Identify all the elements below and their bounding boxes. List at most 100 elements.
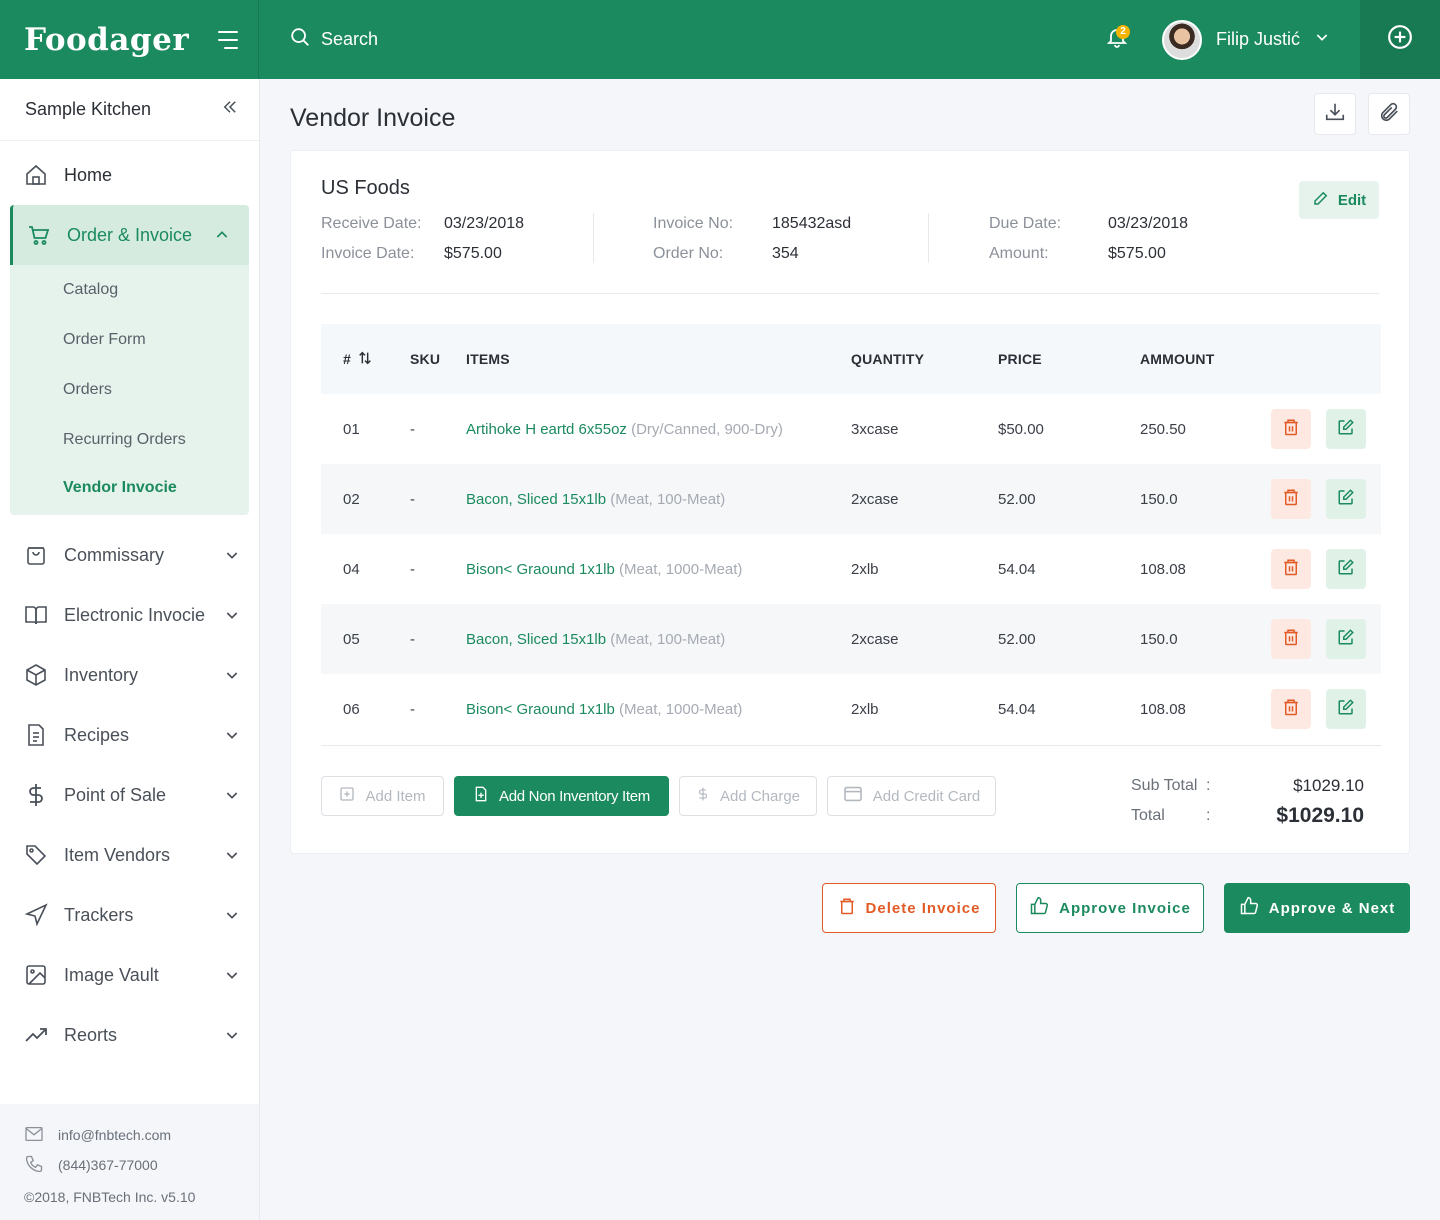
sidebar-item-point-of-sale[interactable]: Point of Sale (0, 765, 259, 825)
download-button[interactable] (1314, 93, 1356, 135)
sidebar-subitem-catalog[interactable]: Catalog (10, 265, 249, 315)
add-non-inventory-item-label: Add Non Inventory Item (499, 787, 650, 805)
sidebar-item-image-vault[interactable]: Image Vault (0, 945, 259, 1005)
thumbs-up-icon (1029, 896, 1049, 920)
sidebar-item-trackers[interactable]: Trackers (0, 885, 259, 945)
chevron-down-icon (223, 726, 241, 744)
kitchen-name: Sample Kitchen (25, 99, 152, 119)
brand-area: Foodager (0, 0, 259, 79)
add-credit-card-button[interactable]: Add Credit Card (827, 776, 996, 816)
item-actions: Add Item Add Non Inventory Item Add Char… (321, 776, 996, 816)
row-sku: - (410, 420, 415, 438)
file-plus-icon (473, 785, 489, 807)
edit-invoice-button[interactable]: Edit (1299, 181, 1379, 219)
item-name-link[interactable]: Bison< Graound 1x1lb (466, 561, 615, 578)
item-name-link[interactable]: Bison< Graound 1x1lb (466, 701, 615, 718)
add-charge-label: Add Charge (719, 787, 801, 805)
invoice-card: US Foods Edit Receive Date: 03/23/2018 I… (290, 150, 1410, 854)
approve-invoice-button[interactable]: Approve Invoice (1016, 883, 1204, 933)
add-non-inventory-item-button[interactable]: Add Non Inventory Item (454, 776, 669, 816)
email-text[interactable]: info@fnbtech.com (58, 1127, 171, 1143)
item-category: (Dry/Canned, 900-Dry) (631, 420, 783, 438)
subtotal-row: Sub Total : $1029.10 (1131, 771, 1364, 801)
sidebar-item-recipes[interactable]: Recipes (0, 705, 259, 765)
sidebar-item-commissary[interactable]: Commissary (0, 525, 259, 585)
phone-text[interactable]: (844)367-77000 (58, 1157, 158, 1173)
app-logo[interactable]: Foodager (24, 22, 189, 58)
edit-icon (1337, 628, 1355, 650)
chevron-up-icon (213, 226, 231, 244)
user-menu[interactable]: Filip Justić (1161, 19, 1330, 60)
sidebar-subitem-orders[interactable]: Orders (10, 365, 249, 415)
item-name-link[interactable]: Bacon, Sliced 15x1lb (466, 631, 606, 648)
row-quantity: 3xcase (851, 420, 899, 438)
receive-date-label: Receive Date: (321, 215, 422, 232)
table-row: 04 - Bison< Graound 1x1lb (Meat, 1000-Me… (321, 534, 1381, 604)
user-name: Filip Justić (1215, 29, 1300, 49)
delete-invoice-button[interactable]: Delete Invoice (822, 883, 996, 933)
sidebar-item-label: Commissary (64, 544, 165, 565)
sidebar-item-electronic-invoice[interactable]: Electronic Invocie (0, 585, 259, 645)
attach-button[interactable] (1368, 93, 1410, 135)
sidebar-item-label: Order & Invoice (67, 224, 193, 245)
edit-row-button[interactable] (1326, 619, 1366, 659)
edit-row-button[interactable] (1326, 409, 1366, 449)
add-credit-card-label: Add Credit Card (872, 787, 981, 805)
avatar (1161, 19, 1202, 60)
separator: : (1206, 807, 1211, 824)
sort-icon[interactable] (357, 350, 373, 369)
contact-phone: (844)367-77000 (24, 1150, 259, 1180)
sidebar-subitem-order-form[interactable]: Order Form (10, 315, 249, 365)
trash-icon (1282, 488, 1300, 510)
credit-card-icon (843, 786, 863, 806)
row-amount: 150.0 (1140, 490, 1178, 508)
kitchen-selector[interactable]: Sample Kitchen (0, 79, 259, 141)
search-input[interactable] (321, 29, 621, 50)
add-item-button[interactable]: Add Item (321, 776, 444, 816)
menu-toggle-icon[interactable] (216, 30, 238, 49)
delete-row-button[interactable] (1271, 479, 1311, 519)
sidebar-subitem-recurring-orders[interactable]: Recurring Orders (10, 415, 249, 465)
sidebar-item-order-invoice[interactable]: Order & Invoice (10, 205, 249, 265)
sidebar-subitem-vendor-invoice[interactable]: Vendor Invocie (10, 465, 249, 515)
notifications-button[interactable]: 2 (1102, 24, 1132, 55)
contact-email: info@fnbtech.com (24, 1120, 259, 1150)
delete-row-button[interactable] (1271, 549, 1311, 589)
sidebar-item-home[interactable]: Home (0, 145, 259, 205)
col-header-number[interactable]: # (321, 350, 410, 369)
basket-icon (24, 543, 48, 567)
item-name-link[interactable]: Bacon, Sliced 15x1lb (466, 491, 606, 508)
delete-row-button[interactable] (1271, 689, 1311, 729)
sidebar-item-reports[interactable]: Reorts (0, 1005, 259, 1065)
invoice-info-numbers: Invoice No: 185432asd Order No: 354 (653, 209, 923, 269)
table-row: 01 - Artihoke H eartd 6x55oz (Dry/Canned… (321, 394, 1381, 464)
collapse-sidebar-icon[interactable] (221, 98, 239, 121)
edit-row-button[interactable] (1326, 479, 1366, 519)
add-charge-button[interactable]: Add Charge (679, 776, 817, 816)
item-name-link[interactable]: Artihoke H eartd 6x55oz (466, 421, 627, 438)
pencil-icon (1312, 189, 1330, 211)
book-icon (24, 603, 48, 627)
subtotal-label: Sub Total (1131, 777, 1198, 794)
delete-row-button[interactable] (1271, 619, 1311, 659)
sidebar-item-inventory[interactable]: Inventory (0, 645, 259, 705)
edit-row-button[interactable] (1326, 689, 1366, 729)
edit-icon (1337, 558, 1355, 580)
sidebar-item-item-vendors[interactable]: Item Vendors (0, 825, 259, 885)
row-price: $50.00 (998, 420, 1044, 438)
row-amount: 108.08 (1140, 560, 1186, 578)
delete-row-button[interactable] (1271, 409, 1311, 449)
info-divider (928, 213, 929, 263)
approve-and-next-button[interactable]: Approve & Next (1224, 883, 1410, 933)
tag-icon (24, 843, 48, 867)
table-row: 06 - Bison< Graound 1x1lb (Meat, 1000-Me… (321, 674, 1381, 744)
row-item: Artihoke H eartd 6x55oz (Dry/Canned, 900… (466, 421, 851, 438)
add-new-button[interactable] (1360, 0, 1440, 79)
item-category: (Meat, 1000-Meat) (619, 700, 743, 718)
top-bar: Foodager 2 Filip Justić (0, 0, 1440, 79)
row-price: 54.04 (998, 560, 1036, 578)
add-item-label: Add Item (365, 787, 426, 805)
edit-row-button[interactable] (1326, 549, 1366, 589)
subtotal-value: $1029.10 (1293, 776, 1364, 795)
sidebar-item-label: Point of Sale (64, 784, 167, 805)
